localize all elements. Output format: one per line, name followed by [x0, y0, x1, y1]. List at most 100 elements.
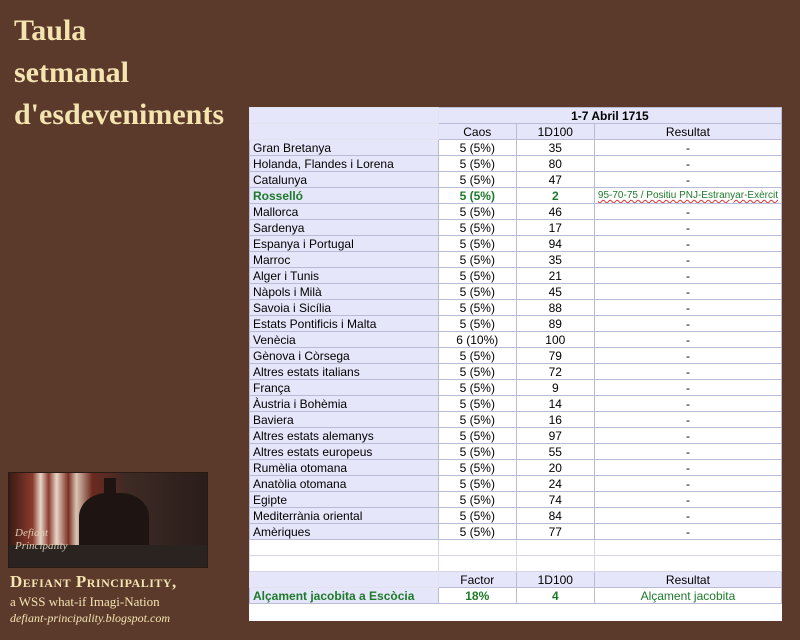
roll-cell: 35 — [515, 251, 595, 268]
caos-cell: 5 (5%) — [437, 187, 517, 204]
caos-cell: 6 (10%) — [437, 331, 517, 348]
brand-subtitle: a WSS what-if Imagi-Nation — [10, 594, 160, 609]
table-row: Amèriques 5 (5%) 77 - — [249, 523, 783, 540]
result-text: - — [685, 204, 690, 219]
roll-cell: 74 — [515, 491, 595, 508]
roll-cell: 16 — [515, 411, 595, 428]
roll-cell: 14 — [515, 395, 595, 412]
column-header-result: Resultat — [593, 123, 783, 140]
result-cell: - — [593, 523, 783, 540]
roll-cell: 55 — [515, 443, 595, 460]
roll-cell: 2 — [515, 187, 595, 204]
table-row: Gènova i Còrsega 5 (5%) 79 - — [249, 347, 783, 364]
region-cell: Nàpols i Milà — [249, 283, 439, 300]
region-cell: Alger i Tunis — [249, 267, 439, 284]
table-row: Rosselló 5 (5%) 2 95-70-75 / Positiu PNJ-Es… — [249, 187, 783, 204]
result-cell: - — [593, 427, 783, 444]
result-text: - — [685, 316, 690, 331]
result-cell: - — [593, 155, 783, 172]
result-text: - — [685, 220, 690, 235]
caos-cell: 5 (5%) — [437, 219, 517, 236]
roll-cell: 24 — [515, 475, 595, 492]
result-cell: - — [593, 459, 783, 476]
result-text: - — [685, 508, 690, 523]
column-header-roll: 1D100 — [515, 123, 595, 140]
table-row: Marroc 5 (5%) 35 - — [249, 251, 783, 268]
result-cell: - — [593, 443, 783, 460]
logo-image[interactable]: Defiant Principality — [8, 472, 208, 568]
caos-cell: 5 (5%) — [437, 507, 517, 524]
table-row: Espanya i Portugal 5 (5%) 94 - — [249, 235, 783, 252]
roll-cell: 88 — [515, 299, 595, 316]
table-row: Mediterrània oriental 5 (5%) 84 - — [249, 507, 783, 524]
factor-cell: 18% — [437, 587, 517, 604]
caos-cell: 5 (5%) — [437, 267, 517, 284]
result-cell: - — [593, 347, 783, 364]
roll-cell: 46 — [515, 203, 595, 220]
roll-cell: 79 — [515, 347, 595, 364]
blank-row — [249, 539, 783, 556]
region-cell: Altres estats italians — [249, 363, 439, 380]
region-cell: Baviera — [249, 411, 439, 428]
caos-cell: 5 (5%) — [437, 411, 517, 428]
caos-cell: 5 (5%) — [437, 459, 517, 476]
table-row: Mallorca 5 (5%) 46 - — [249, 203, 783, 220]
result-cell: - — [593, 331, 783, 348]
result-cell: - — [593, 219, 783, 236]
events-table: 1-7 Abril 1715 Caos 1D100 Resultat Gran … — [249, 107, 783, 604]
caos-cell: 5 (5%) — [437, 203, 517, 220]
column-header-caos: Caos — [437, 123, 517, 140]
region-cell: Estats Pontificis i Malta — [249, 315, 439, 332]
blank-row — [249, 555, 783, 572]
date-header: 1-7 Abril 1715 — [437, 107, 783, 124]
roll-cell: 97 — [515, 427, 595, 444]
result-text: - — [685, 348, 690, 363]
brand-name[interactable]: Defiant Principality, — [10, 572, 245, 592]
result-text: - — [685, 412, 690, 427]
region-cell: Amèriques — [249, 523, 439, 540]
caos-cell: 5 (5%) — [437, 523, 517, 540]
roll-cell: 9 — [515, 379, 595, 396]
result-cell: - — [593, 363, 783, 380]
footer-header-row: Factor 1D100 Resultat — [249, 571, 783, 588]
roll-cell: 17 — [515, 219, 595, 236]
empty-cell — [515, 555, 595, 572]
caos-cell: 5 (5%) — [437, 283, 517, 300]
table-row: Holanda, Flandes i Lorena 5 (5%) 80 - — [249, 155, 783, 172]
roll-cell: 77 — [515, 523, 595, 540]
caos-cell: 5 (5%) — [437, 347, 517, 364]
table-row: Catalunya 5 (5%) 47 - — [249, 171, 783, 188]
empty-cell — [437, 555, 517, 572]
caos-cell: 5 (5%) — [437, 139, 517, 156]
roll-cell: 94 — [515, 235, 595, 252]
title-line: Taula — [14, 14, 87, 47]
roll-cell: 47 — [515, 171, 595, 188]
result-text: - — [685, 444, 690, 459]
caos-cell: 5 (5%) — [437, 315, 517, 332]
page-title: Taula setmanal d'esdeveniments — [14, 10, 249, 136]
footer-row: Alçament jacobita a Escòcia 18% 4 Alçament … — [249, 587, 783, 604]
region-cell: Àustria i Bohèmia — [249, 395, 439, 412]
table-row: Venècia 6 (10%) 100 - — [249, 331, 783, 348]
region-cell: Venècia — [249, 331, 439, 348]
result-cell: - — [593, 267, 783, 284]
region-cell: Gran Bretanya — [249, 139, 439, 156]
result-cell: Alçament jacobita — [593, 587, 783, 604]
region-cell: Espanya i Portugal — [249, 235, 439, 252]
region-cell: Sardenya — [249, 219, 439, 236]
empty-cell — [249, 555, 439, 572]
empty-cell — [249, 123, 439, 140]
result-cell: - — [593, 235, 783, 252]
brand-url[interactable]: defiant-principality.blogspot.com — [10, 611, 245, 626]
roll-cell: 72 — [515, 363, 595, 380]
region-cell: Alçament jacobita a Escòcia — [249, 587, 439, 604]
caos-cell: 5 (5%) — [437, 443, 517, 460]
region-cell: Holanda, Flandes i Lorena — [249, 155, 439, 172]
table-row: Sardenya 5 (5%) 17 - — [249, 219, 783, 236]
result-cell: - — [593, 171, 783, 188]
result-text: - — [685, 268, 690, 283]
region-cell: França — [249, 379, 439, 396]
brand-block: Defiant Principality, a WSS what-if Imag… — [10, 572, 245, 626]
result-cell: 95-70-75 / Positiu PNJ-Estranyar-Exèrcit — [593, 187, 783, 204]
result-text: - — [685, 332, 690, 347]
